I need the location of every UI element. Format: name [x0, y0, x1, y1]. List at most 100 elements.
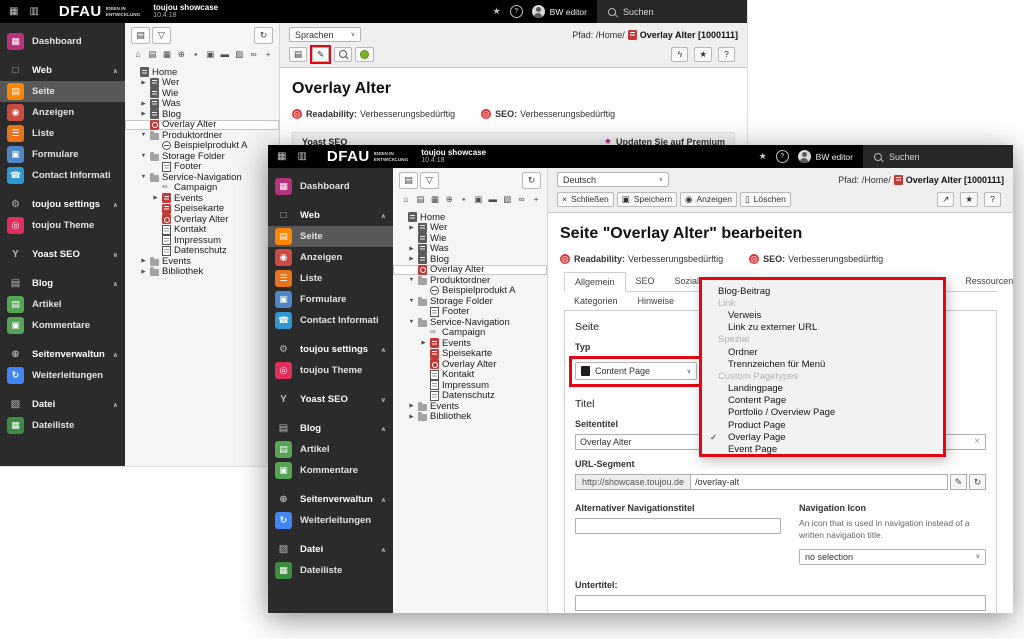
pagetype-icon[interactable]: ▧ — [234, 49, 244, 60]
pagetree-node[interactable]: Footer — [125, 162, 279, 173]
new-page-button[interactable]: ▤ — [131, 27, 150, 44]
pagetype-icon[interactable]: ⌂ — [133, 49, 143, 60]
pagetype-icon[interactable]: ▬ — [488, 194, 498, 205]
pagetree-node[interactable]: Home — [125, 67, 279, 78]
sidebar-item[interactable]: ◉ Anzeigen — [268, 247, 393, 268]
delete-button[interactable]: ▯ Löschen — [740, 192, 791, 207]
pagetree-node[interactable]: Impressum — [125, 235, 279, 246]
subtitle-input[interactable] — [575, 595, 986, 611]
modules-grid-icon[interactable]: ▦ — [9, 7, 18, 17]
sidebar-item[interactable]: ▦ Dashboard — [0, 31, 125, 52]
refresh-tree-button[interactable]: ↻ — [254, 27, 273, 44]
sidebar-item[interactable]: ▤ Seite — [0, 81, 125, 102]
sidebar-item[interactable]: ⚙ toujou settings ∧ — [268, 339, 393, 360]
url-segment-input[interactable] — [690, 474, 948, 490]
sidebar-item[interactable]: ▨ Datei ∧ — [268, 539, 393, 560]
page-type-option[interactable]: Spezial — [702, 334, 943, 346]
filter-button[interactable]: ▽ — [152, 27, 171, 44]
pagetype-icon[interactable]: ⊕ — [176, 49, 186, 60]
pagetree-node[interactable]: Datenschutz — [393, 391, 547, 402]
tab[interactable]: SEO — [626, 272, 665, 291]
sidebar-item[interactable]: □ Web ∧ — [0, 60, 125, 81]
pagetype-icon[interactable]: + — [531, 194, 541, 205]
help-icon[interactable]: ? — [776, 150, 789, 163]
sidebar-item[interactable]: ◉ Anzeigen — [0, 102, 125, 123]
pagetype-icon[interactable]: ∞ — [249, 49, 259, 60]
pagetree-node[interactable]: Beispielprodukt A — [393, 286, 547, 297]
sidebar-item[interactable]: ▤ Seite — [268, 226, 393, 247]
bookmark-button[interactable]: ★ — [694, 47, 712, 62]
expander-icon[interactable]: ▶ — [408, 256, 415, 262]
alt-nav-title-input[interactable] — [575, 518, 781, 534]
expander-icon[interactable]: ▶ — [140, 111, 147, 117]
pagetree-node[interactable]: Speisekarte — [125, 204, 279, 215]
pagetree-node[interactable]: Wie — [393, 233, 547, 244]
pagetree-node[interactable]: Footer — [393, 307, 547, 318]
pagetype-icon[interactable]: ▤ — [147, 49, 157, 60]
tab[interactable]: Ressourcen — [955, 272, 1013, 291]
expander-icon[interactable]: ▶ — [140, 258, 147, 264]
pagetype-icon[interactable]: ▦ — [162, 49, 172, 60]
pagetree-node[interactable]: ▶ Was — [393, 244, 547, 255]
pagetree-node[interactable]: ▶ Events — [393, 401, 547, 412]
sidebar-item[interactable]: ▨ Datei ∧ — [0, 394, 125, 415]
filter-button[interactable]: ▽ — [420, 172, 439, 189]
sidebar-item[interactable]: ▦ Dateiliste — [268, 560, 393, 581]
pagetree-node[interactable]: ▶ Bibliothek — [125, 267, 279, 278]
page-type-option[interactable]: Product Page — [702, 419, 943, 431]
sidebar-item[interactable]: ◎ toujou Theme — [0, 215, 125, 236]
pagetree-node[interactable]: ▶ Wer — [393, 223, 547, 234]
bookmark-star-icon[interactable]: ★ — [493, 7, 501, 16]
sidebar-item[interactable]: Y Yoast SEO ∨ — [268, 389, 393, 410]
pagetree-node[interactable]: ▼ Storage Folder — [393, 296, 547, 307]
sidebar-item[interactable]: ▣ Kommentare — [0, 315, 125, 336]
expander-icon[interactable]: ▼ — [408, 319, 415, 325]
page-type-option[interactable]: Event Page — [702, 443, 943, 455]
expander-icon[interactable]: ▼ — [408, 298, 415, 304]
save-button[interactable]: ▣ Speichern — [617, 192, 677, 207]
pagetree-node[interactable]: Overlay Alter — [125, 214, 279, 225]
pagetype-icon[interactable]: ▣ — [205, 49, 215, 60]
clear-icon[interactable]: × — [974, 436, 980, 448]
sidebar-item[interactable]: ▤ Blog ∧ — [0, 273, 125, 294]
pagetree-node[interactable]: ▼ Service-Navigation — [393, 317, 547, 328]
help-icon[interactable]: ? — [510, 5, 523, 18]
expander-icon[interactable]: ▶ — [420, 340, 427, 346]
sidebar-item[interactable]: ▤ Blog ∧ — [268, 418, 393, 439]
pagetree-node[interactable]: Overlay Alter — [393, 359, 547, 370]
sidebar-item[interactable]: ⊕ Seitenverwaltung ∧ — [268, 489, 393, 510]
pagetree-node[interactable]: Kontakt — [393, 370, 547, 381]
page-type-option[interactable]: Verweis — [702, 309, 943, 321]
view-button[interactable]: ◉ Anzeigen — [680, 192, 737, 207]
sidebar-item[interactable]: ◎ toujou Theme — [268, 360, 393, 381]
expander-icon[interactable]: ▼ — [140, 132, 147, 138]
sidebar-item[interactable]: ☰ Liste — [0, 123, 125, 144]
pagetree-node[interactable]: Overlay Alter — [393, 265, 547, 276]
help-button[interactable]: ? — [718, 47, 735, 62]
pagetree-node[interactable]: ▶ Was — [125, 99, 279, 110]
expander-icon[interactable]: ▶ — [408, 246, 415, 252]
page-type-option[interactable]: Ordner — [702, 346, 943, 358]
tab[interactable]: Hinweise — [628, 292, 685, 310]
pagetype-icon[interactable]: ▦ — [430, 194, 440, 205]
page-type-option[interactable]: Trennzeichen für Menü — [702, 358, 943, 370]
expander-icon[interactable]: ▶ — [408, 414, 415, 420]
pagetype-icon[interactable]: ⌂ — [401, 194, 411, 205]
url-edit-button[interactable]: ✎ — [950, 474, 967, 490]
expander-icon[interactable]: ▶ — [408, 225, 415, 231]
page-type-option[interactable]: Link — [702, 297, 943, 309]
sidebar-item[interactable]: ↻ Weiterleitungen — [0, 365, 125, 386]
pagetree-node[interactable]: ▼ Storage Folder — [125, 151, 279, 162]
shortcut-bolt-button[interactable]: ϟ — [671, 47, 688, 62]
pagetype-icon[interactable]: ▤ — [415, 194, 425, 205]
expander-icon[interactable]: ▼ — [140, 153, 147, 159]
sidebar-item[interactable]: ☎ Contact Information — [0, 165, 125, 186]
pagetree-node[interactable]: ▶ Blog — [125, 109, 279, 120]
pagetree-node[interactable]: Campaign — [393, 328, 547, 339]
pagetype-icon[interactable]: + — [263, 49, 273, 60]
pagetype-icon[interactable]: ∞ — [517, 194, 527, 205]
navigation-icon-select[interactable]: no selection ∨ — [799, 549, 986, 565]
tab[interactable]: Kategorien — [564, 292, 628, 310]
search-button[interactable] — [334, 47, 352, 62]
pagetree-node[interactable]: ▶ Wer — [125, 78, 279, 89]
